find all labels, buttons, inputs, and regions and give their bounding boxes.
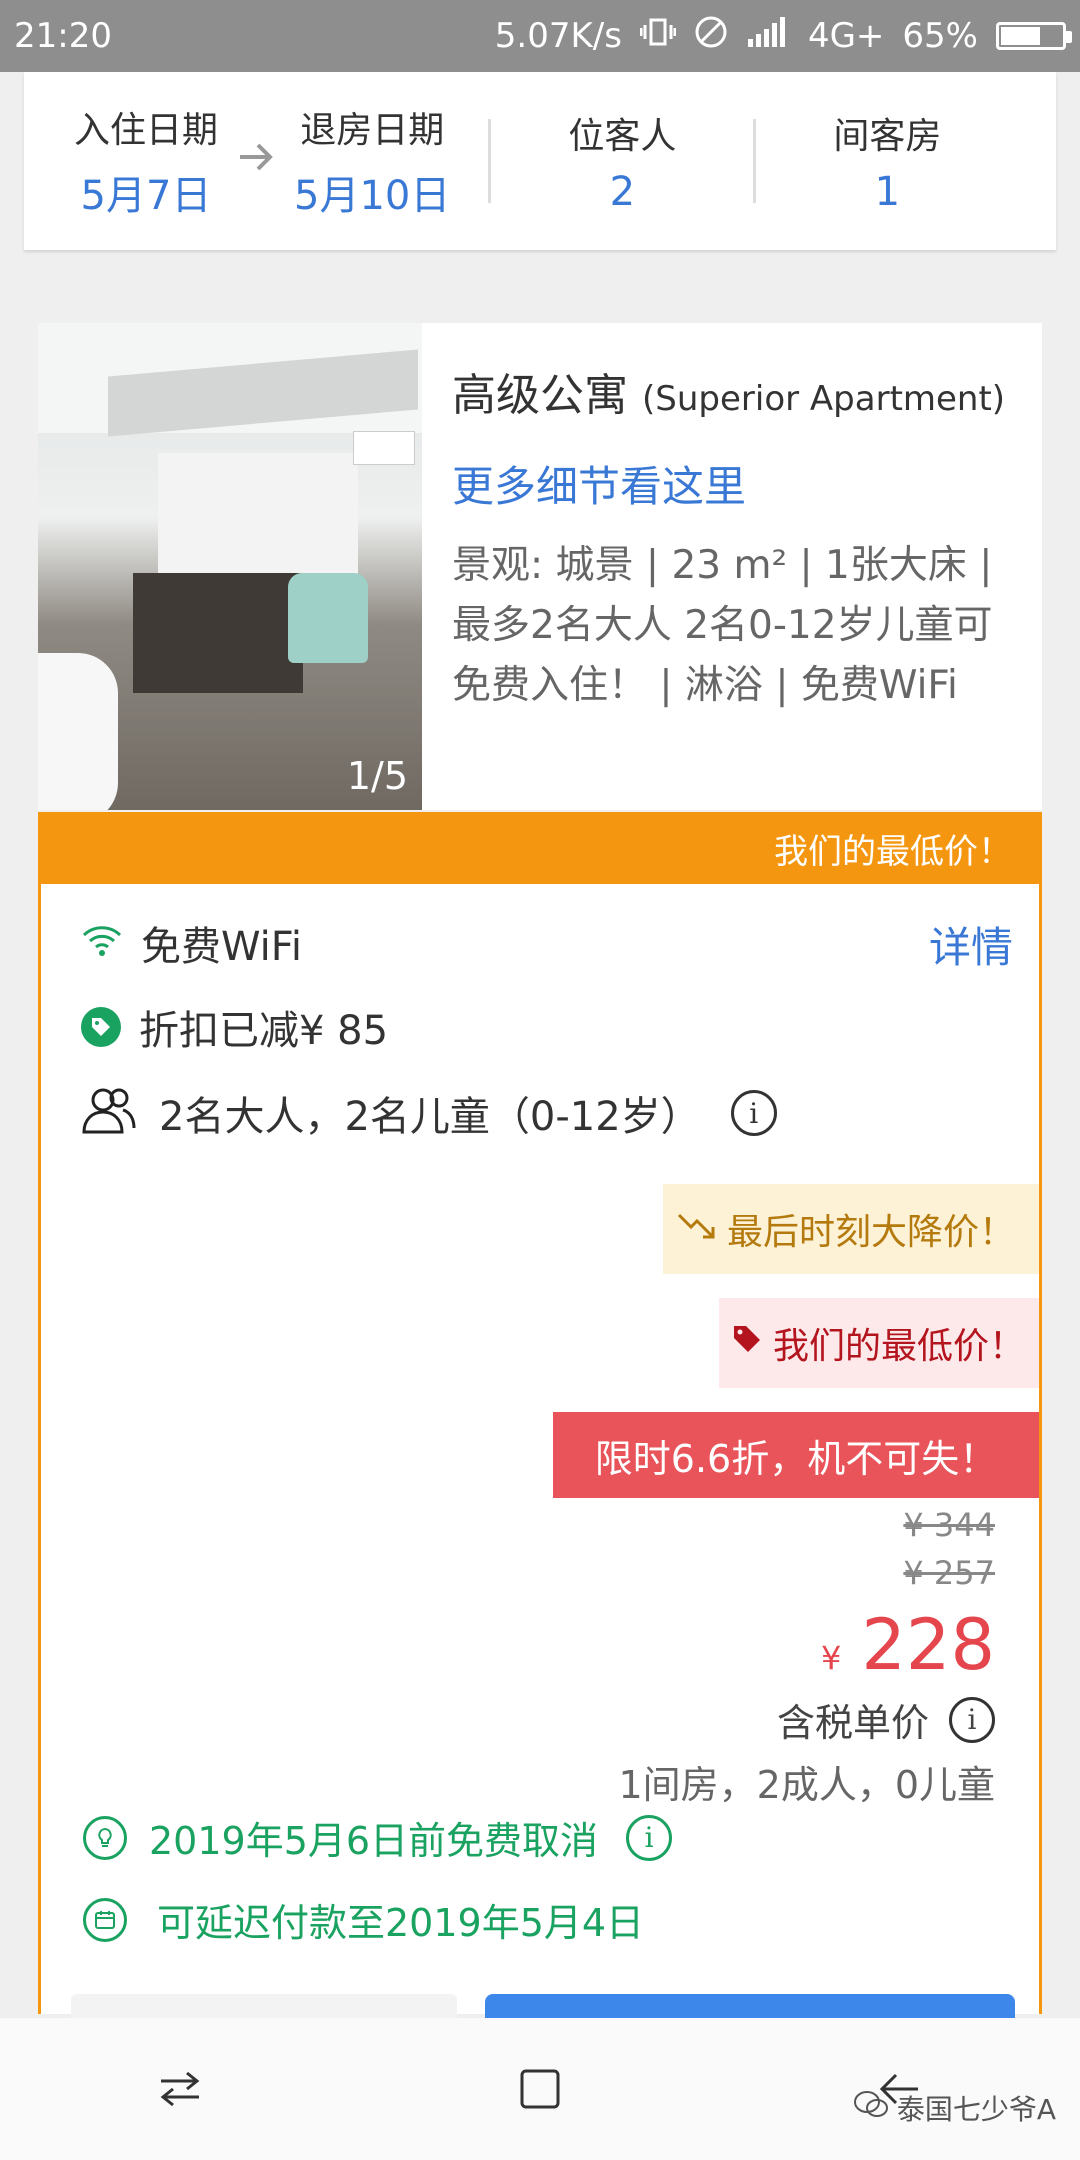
pay-later-text: 可延迟付款至2019年5月4日 [157,1901,645,1945]
checkin-value: 5月7日 [80,173,212,219]
price-final: ¥ 228 [821,1604,995,1686]
vibrate-icon [639,16,677,56]
lowest-price-band: 我们的最低价！ [38,812,1042,884]
lightbulb-icon [83,1815,127,1860]
battery-percent: 65% [902,16,978,56]
booking-summary[interactable]: 入住日期 5月7日 退房日期 5月10日 位客人 2 间客房 1 [24,72,1056,250]
price-tag-icon [731,1323,763,1364]
lowest-price-text: 我们的最低价！ [773,1326,1026,1367]
signal-icon [746,16,790,56]
occupancy-policy-row: 2名大人，2名儿童（0-12岁） i [81,1084,777,1142]
info-icon[interactable]: i [949,1696,995,1743]
free-cancel-row: 2019年5月6日前免费取消 i [83,1810,673,1865]
photo-bed [38,653,118,810]
discount-text: 折扣已减¥ 85 [139,1008,389,1054]
checkout-column[interactable]: 退房日期 5月10日 [294,101,450,221]
status-bar: 21:20 5.07K/s 4G+ 65% [0,0,1080,72]
arrow-right-icon [236,134,276,188]
last-minute-badge: 最后时刻大降价！ [663,1184,1039,1274]
offer-card: 免费WiFi 详情 折扣已减¥ 85 2名大人，2名儿童（0-12岁） i 最后… [38,884,1042,2034]
more-details-link[interactable]: 更多细节看这里 [452,453,1014,514]
tax-label: 含税单价 [776,1701,929,1745]
price-currency: ¥ [821,1639,842,1677]
lowest-price-badge: 我们的最低价！ [719,1298,1039,1388]
rooms-label: 间客房 [833,116,942,157]
home-square-icon[interactable] [495,2044,585,2134]
switch-apps-icon[interactable] [135,2044,225,2134]
wifi-text: 免费WiFi [141,924,302,970]
photo-cabinet [133,573,303,693]
room-title-en: (Superior Apartment) [642,379,1006,419]
sale-badge: 限时6.6折，机不可失！ [553,1412,1039,1498]
trend-down-icon [677,1209,717,1250]
discount-row: 折扣已减¥ 85 [81,998,388,1056]
battery-icon [996,22,1072,50]
rooms-value: 1 [874,169,901,215]
guests-column[interactable]: 位客人 2 [491,107,753,215]
checkout-label: 退房日期 [300,110,445,151]
wifi-row: 免费WiFi [81,914,302,972]
people-icon [81,1086,137,1140]
photo-ac [353,431,415,465]
watermark-text: 泰国七少爷A [896,2093,1056,2126]
status-time: 21:20 [14,16,112,56]
tax-row: 含税单价 i [777,1692,995,1747]
info-icon[interactable]: i [730,1090,777,1136]
room-info: 高级公寓 (Superior Apartment) 更多细节看这里 景观: 城景… [422,323,1042,810]
room-title-zh: 高级公寓 [452,370,628,421]
free-cancel-text: 2019年5月6日前免费取消 [149,1819,599,1863]
price-before-discount: ¥ 257 [903,1554,995,1592]
wifi-icon [81,923,123,963]
band-text: 我们的最低价！ [774,831,1012,872]
tag-icon [81,1007,121,1047]
occupancy-policy-text: 2名大人，2名儿童（0-12岁） [159,1094,701,1140]
guests-value: 2 [609,169,636,215]
guests-label: 位客人 [568,116,677,157]
price-original: ¥ 344 [903,1506,995,1544]
sale-text: 限时6.6折，机不可失！ [594,1436,998,1481]
room-title: 高级公寓 (Superior Apartment) [452,359,1014,423]
calendar-icon [83,1897,127,1942]
price-value: 228 [861,1604,995,1686]
last-minute-text: 最后时刻大降价！ [727,1212,1016,1253]
checkout-value: 5月10日 [294,173,451,219]
photo-counter: 1/5 [346,754,408,798]
room-card[interactable]: 1/5 高级公寓 (Superior Apartment) 更多细节看这里 景观… [38,323,1042,810]
checkin-label: 入住日期 [74,110,219,151]
room-photo[interactable]: 1/5 [38,323,422,810]
details-link[interactable]: 详情 [929,914,1013,975]
checkin-column[interactable]: 入住日期 5月7日 [74,101,218,221]
rooms-column[interactable]: 间客房 1 [756,107,1018,215]
occupancy-summary: 1间房，2成人，0儿童 [618,1763,995,1807]
photo-chair [288,573,368,663]
wechat-icon [853,2090,889,2127]
room-description: 景观: 城景 | 23 m² | 1张大床 | 最多2名大人 2名0-12岁儿童… [452,543,993,708]
do-not-disturb-icon [694,15,728,58]
info-icon[interactable]: i [626,1814,673,1861]
pay-later-row: 可延迟付款至2019年5月4日 [83,1892,644,1947]
status-right: 5.07K/s 4G+ 65% [494,15,1072,58]
watermark: 泰国七少爷A [853,2088,1056,2128]
network-speed: 5.07K/s [494,16,622,56]
network-type: 4G+ [807,16,885,56]
